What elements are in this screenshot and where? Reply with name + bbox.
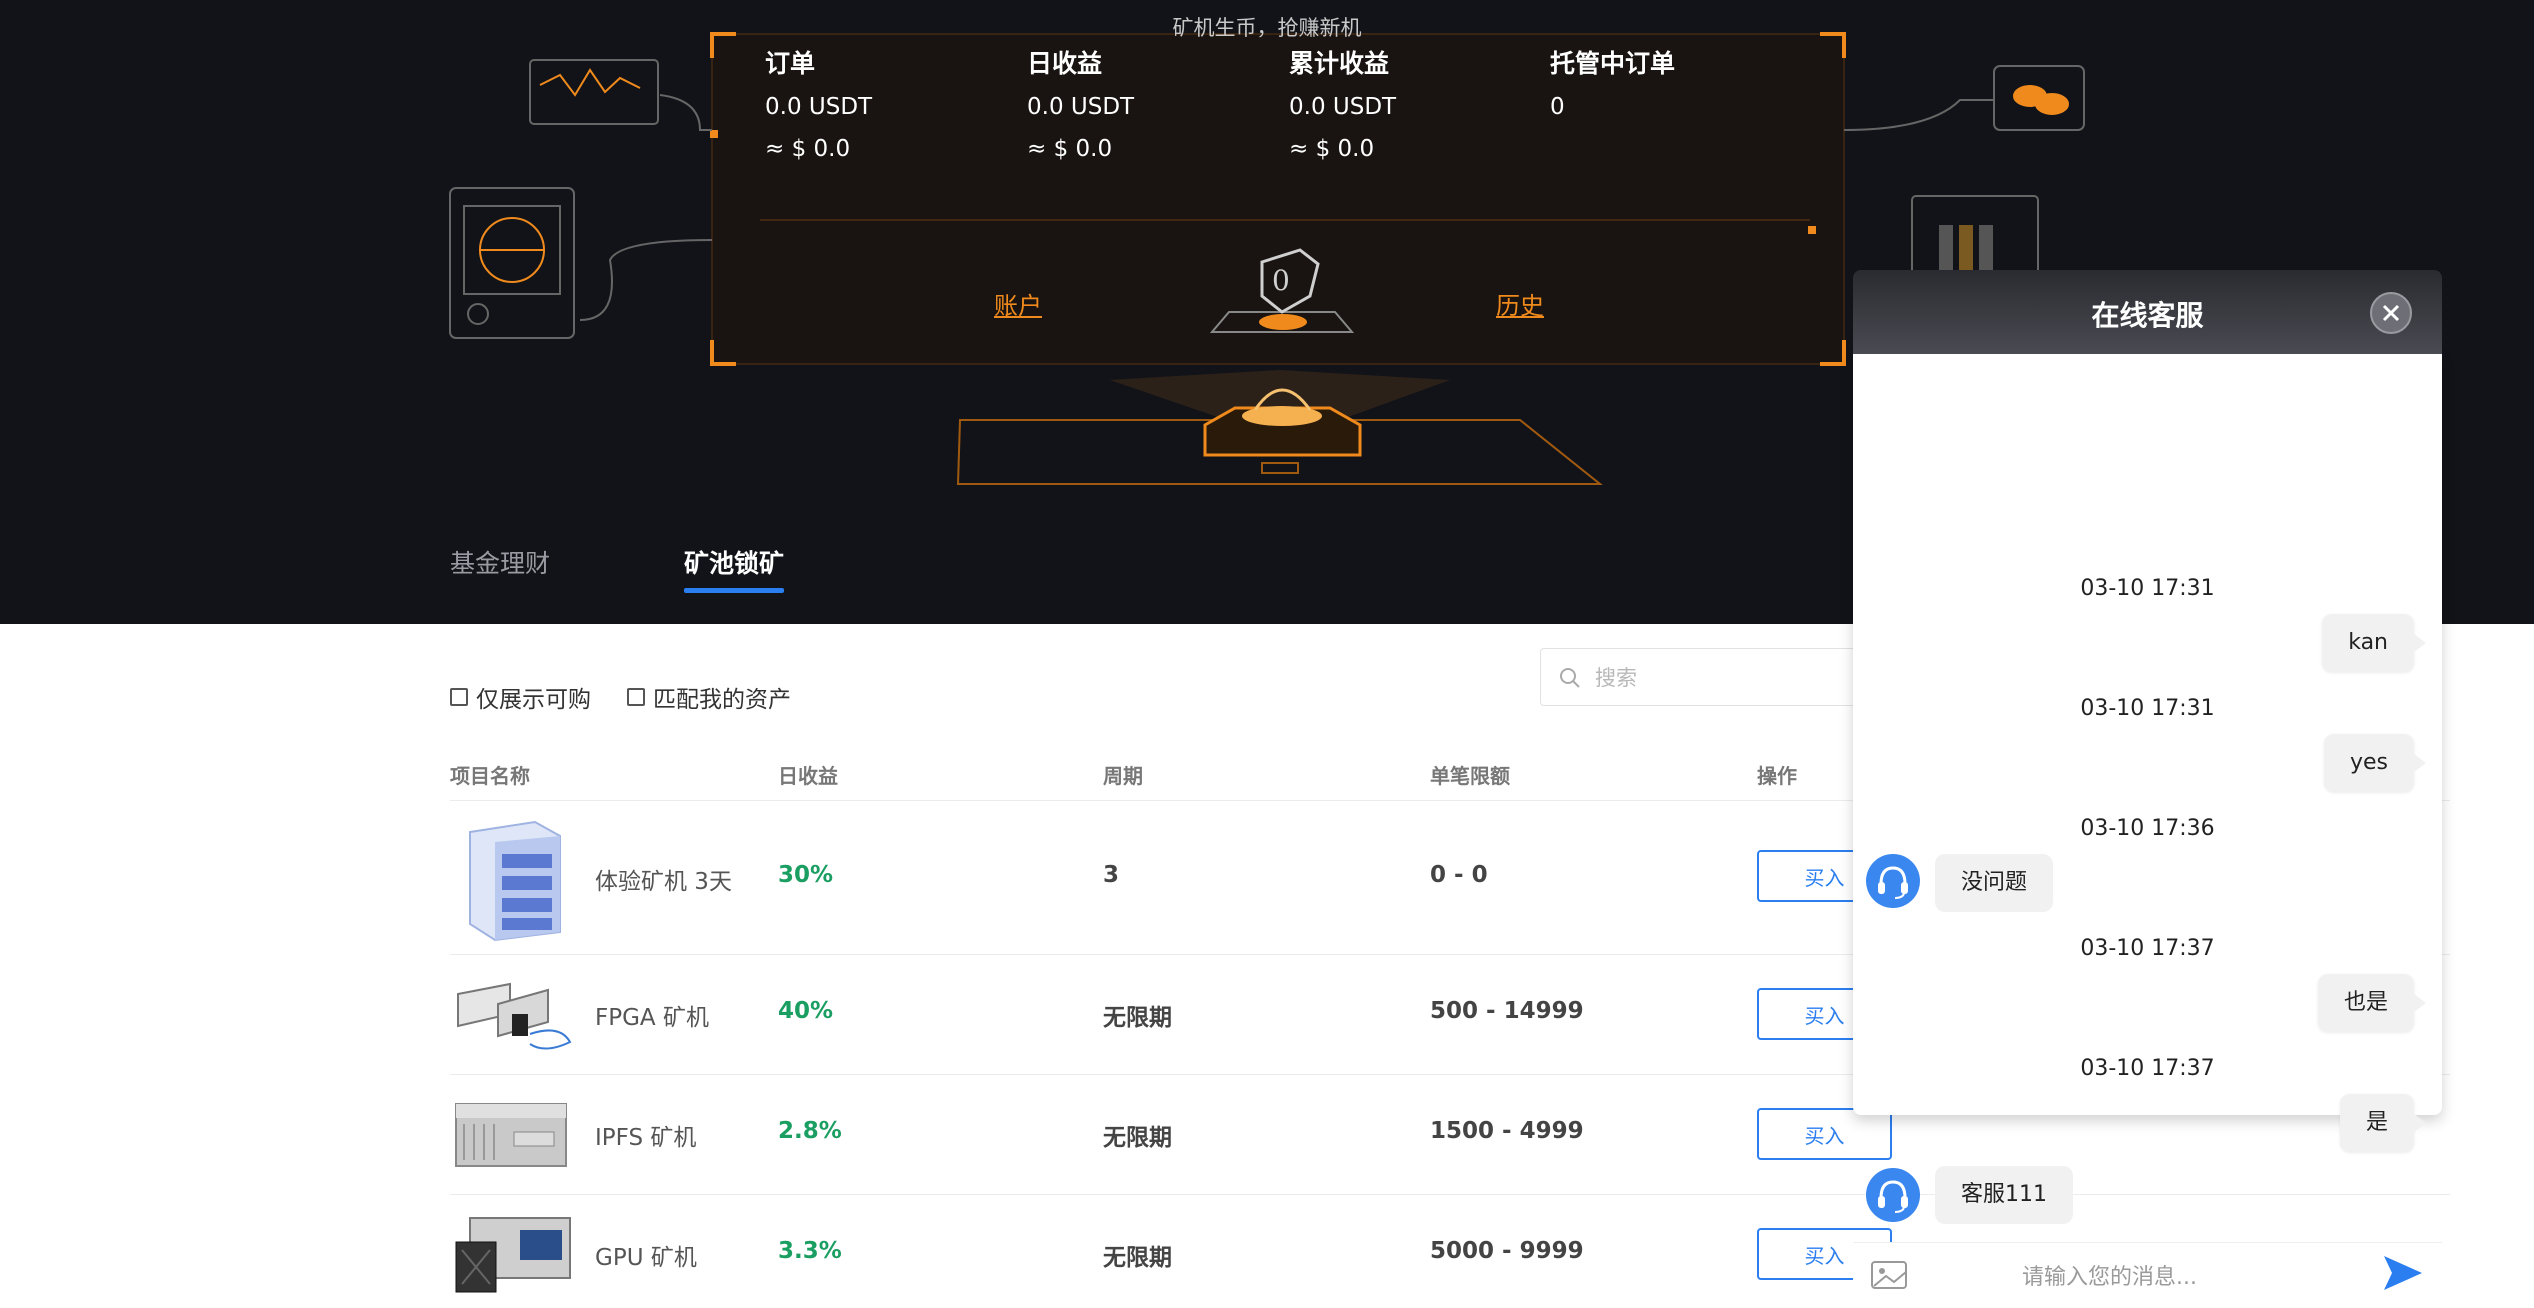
stat-label: 累计收益 bbox=[1289, 49, 1390, 78]
stat-approx: ≈ $ 0.0 bbox=[1289, 136, 1375, 162]
tab-fund-finance[interactable]: 基金理财 bbox=[450, 544, 550, 580]
image-upload-icon[interactable] bbox=[1870, 1258, 1910, 1292]
close-icon bbox=[2382, 304, 2400, 322]
stat-approx: ≈ $ 0.0 bbox=[765, 136, 851, 162]
daily-rate: 2.8% bbox=[778, 1118, 842, 1144]
col-action: 操作 bbox=[1757, 764, 1797, 788]
message-bubble-agent: 客服111 bbox=[1935, 1166, 2073, 1224]
message-time: 03-10 17:36 bbox=[2080, 816, 2215, 841]
col-daily-income: 日收益 bbox=[778, 764, 838, 788]
message-time: 03-10 17:31 bbox=[2080, 696, 2215, 721]
message-bubble-user: yes bbox=[2323, 734, 2427, 792]
checkbox-label: 仅展示可购 bbox=[476, 687, 591, 713]
tab-mining-pool[interactable]: 矿池锁矿 bbox=[684, 544, 785, 593]
limit: 500 - 14999 bbox=[1430, 998, 1584, 1024]
stat-orders: 订单 0.0 USDT ≈ $ 0.0 bbox=[765, 44, 872, 162]
daily-rate: 40% bbox=[778, 998, 834, 1024]
search-icon bbox=[1560, 668, 1580, 688]
miner-tower-image bbox=[469, 820, 561, 942]
limit: 0 - 0 bbox=[1430, 862, 1488, 888]
checkbox-box[interactable] bbox=[450, 688, 468, 706]
fpga-miner-image bbox=[457, 982, 572, 1050]
stat-approx: ≈ $ 0.0 bbox=[1027, 136, 1113, 162]
buy-button[interactable]: 买入 bbox=[1757, 1108, 1892, 1160]
hero-slogan: 矿机生币，抢赚新机 bbox=[1172, 16, 1362, 40]
message-time: 03-10 17:37 bbox=[2080, 936, 2215, 961]
right-devices bbox=[1843, 65, 2085, 277]
ipfs-miner-image bbox=[455, 1103, 567, 1167]
close-button[interactable] bbox=[2370, 292, 2412, 334]
product-name: IPFS 矿机 bbox=[595, 1125, 697, 1151]
stat-value: 0.0 USDT bbox=[765, 94, 873, 120]
mining-platform bbox=[956, 370, 1603, 485]
left-devices bbox=[449, 59, 713, 339]
headset-icon bbox=[1878, 1180, 1908, 1213]
product-name: GPU 矿机 bbox=[595, 1245, 697, 1271]
only-available-checkbox[interactable]: 仅展示可购 bbox=[450, 680, 591, 714]
account-link[interactable]: 账户 bbox=[994, 286, 1042, 321]
checkbox-box[interactable] bbox=[627, 688, 645, 706]
message-bubble-user: 是 bbox=[2339, 1094, 2427, 1152]
period: 3 bbox=[1103, 862, 1120, 888]
stat-value: 0 bbox=[1550, 94, 1565, 120]
chat-message-input[interactable] bbox=[2020, 1256, 2354, 1298]
gpu-miner-image bbox=[455, 1217, 571, 1293]
period: 无限期 bbox=[1103, 1245, 1172, 1271]
search-input[interactable] bbox=[1593, 659, 1897, 697]
send-icon[interactable] bbox=[2380, 1252, 2426, 1294]
stat-hosted-orders: 托管中订单 0 bbox=[1550, 44, 1675, 120]
col-name: 项目名称 bbox=[450, 764, 530, 788]
product-name: 体验矿机 3天 bbox=[595, 869, 732, 895]
stat-value: 0.0 USDT bbox=[1027, 94, 1135, 120]
stat-label: 订单 bbox=[765, 49, 816, 78]
chat-title: 在线客服 bbox=[2091, 299, 2204, 332]
message-time: 03-10 17:37 bbox=[2080, 1056, 2215, 1081]
headset-icon bbox=[1878, 866, 1908, 899]
col-limit: 单笔限额 bbox=[1430, 764, 1510, 788]
stat-label: 托管中订单 bbox=[1550, 49, 1676, 78]
stat-value: 0.0 USDT bbox=[1289, 94, 1397, 120]
stat-total-income: 累计收益 0.0 USDT ≈ $ 0.0 bbox=[1289, 44, 1396, 162]
period: 无限期 bbox=[1103, 1125, 1172, 1151]
history-link[interactable]: 历史 bbox=[1496, 286, 1544, 321]
message-bubble-agent: 没问题 bbox=[1935, 854, 2054, 912]
daily-rate: 30% bbox=[778, 862, 834, 888]
svg-text:0: 0 bbox=[1272, 264, 1290, 297]
stat-label: 日收益 bbox=[1027, 49, 1103, 78]
limit: 1500 - 4999 bbox=[1430, 1118, 1584, 1144]
message-time: 03-10 17:31 bbox=[2080, 576, 2215, 601]
limit: 5000 - 9999 bbox=[1430, 1238, 1584, 1264]
agent-avatar bbox=[1866, 854, 1920, 908]
col-period: 周期 bbox=[1103, 764, 1143, 788]
chat-header: 在线客服 bbox=[1853, 270, 2442, 354]
daily-rate: 3.3% bbox=[778, 1238, 842, 1264]
agent-avatar bbox=[1866, 1168, 1920, 1222]
checkbox-label: 匹配我的资产 bbox=[653, 687, 791, 713]
period: 无限期 bbox=[1103, 1005, 1172, 1031]
message-bubble-user: 也是 bbox=[2317, 974, 2427, 1032]
message-bubble-user: kan bbox=[2322, 614, 2426, 672]
match-assets-checkbox[interactable]: 匹配我的资产 bbox=[627, 680, 791, 714]
product-name: FPGA 矿机 bbox=[595, 1005, 709, 1031]
stat-daily-income: 日收益 0.0 USDT ≈ $ 0.0 bbox=[1027, 44, 1134, 162]
